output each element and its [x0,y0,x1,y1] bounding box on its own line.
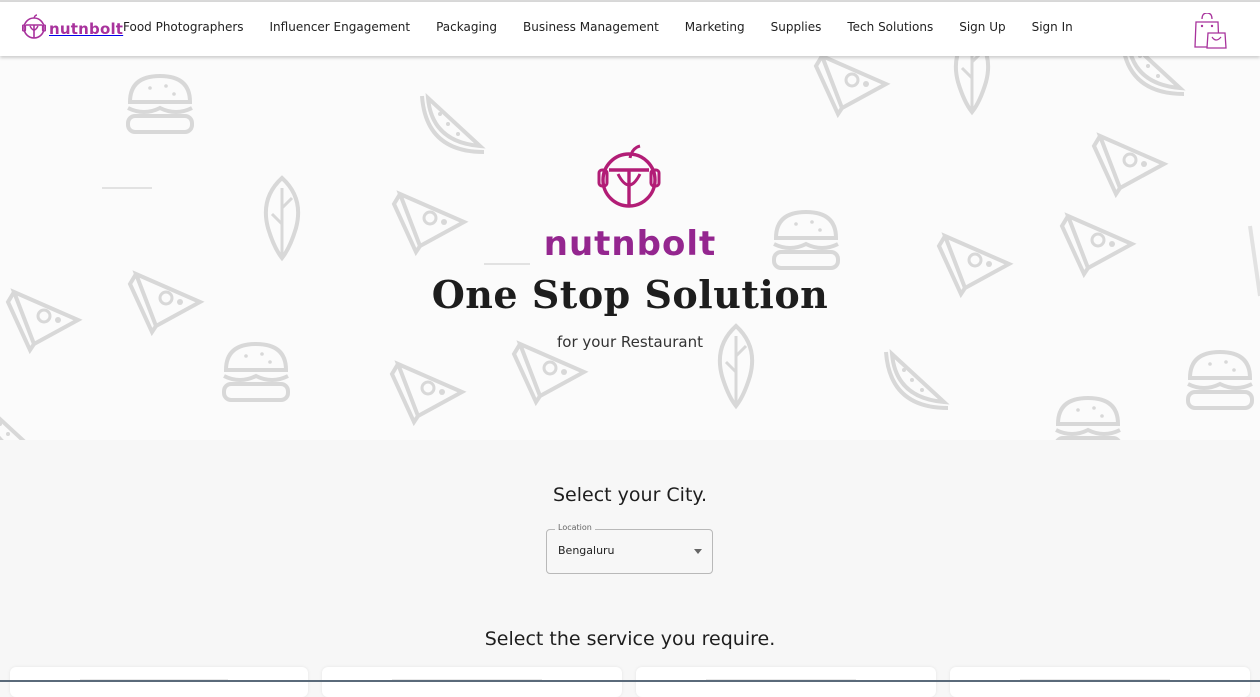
service-card[interactable] [322,667,622,697]
service-card[interactable] [10,667,308,697]
hero-section: nutnbolt One Stop Solution for your Rest… [0,56,1260,440]
location-label: Location [555,523,595,532]
location-select[interactable]: Location Bengaluru [546,523,713,574]
nav-tech-solutions[interactable]: Tech Solutions [847,20,933,34]
logo-text: nutnbolt [49,20,124,38]
nav-supplies[interactable]: Supplies [771,20,822,34]
nav-food-photographers[interactable]: Food Photographers [123,20,244,34]
nav-sign-up[interactable]: Sign Up [959,20,1005,34]
hero-logo-icon [596,144,662,216]
main-nav: Food Photographers Influencer Engagement… [123,20,1099,34]
nav-marketing[interactable]: Marketing [685,20,745,34]
select-service-title: Select the service you require. [484,628,776,650]
dropdown-caret-icon [694,549,702,554]
navbar: nutnbolt Food Photographers Influencer E… [0,2,1260,56]
service-card[interactable] [636,667,936,697]
select-city-title: Select your City. [553,484,707,506]
hero-brand: nutnbolt [543,224,717,264]
location-value: Bengaluru [558,544,615,557]
nav-sign-in[interactable]: Sign In [1032,20,1073,34]
nutnbolt-logo[interactable]: nutnbolt [21,14,124,44]
shopping-bag-icon[interactable] [1194,12,1228,49]
nav-packaging[interactable]: Packaging [436,20,497,34]
nav-influencer-engagement[interactable]: Influencer Engagement [270,20,411,34]
hero-subline: for your Restaurant [556,333,703,351]
hero-headline: One Stop Solution [431,272,829,317]
nav-business-management[interactable]: Business Management [523,20,659,34]
nutnbolt-logo-icon [21,14,47,44]
service-card[interactable] [950,667,1250,697]
